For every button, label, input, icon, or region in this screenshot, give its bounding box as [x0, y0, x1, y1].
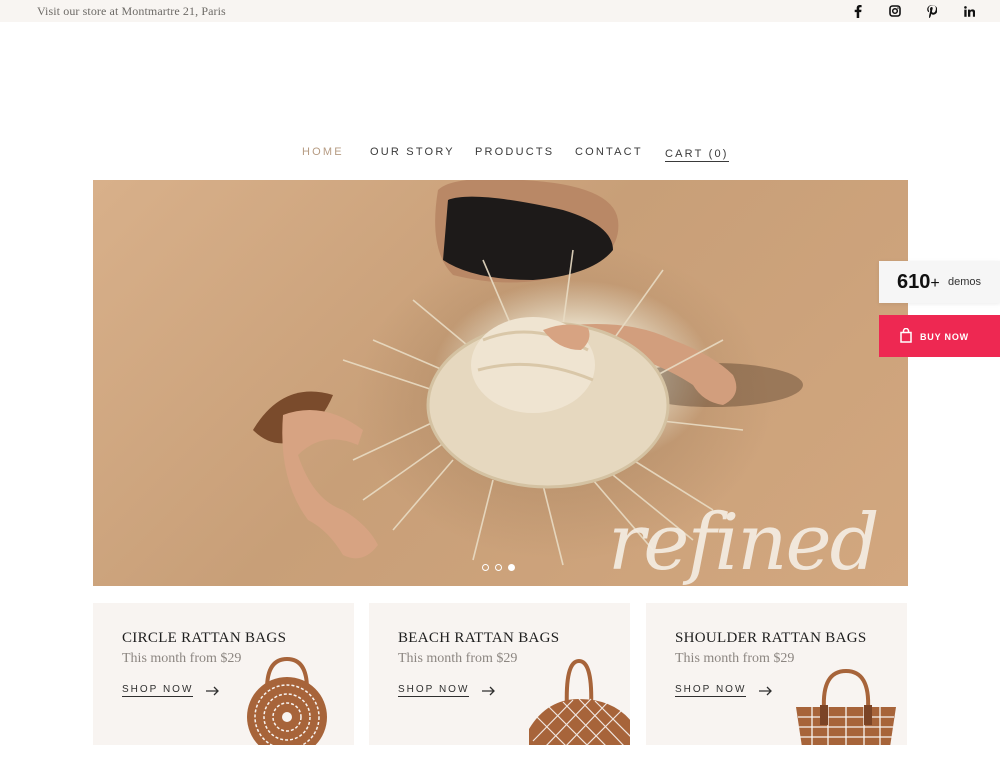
shop-now-link[interactable]: SHOP NOW	[398, 684, 470, 697]
nav-cart[interactable]: CART (0)	[665, 148, 729, 162]
store-address: Visit our store at Montmartre 21, Paris	[37, 4, 226, 18]
slider-dot-2[interactable]	[495, 564, 502, 571]
demos-count: 610+	[897, 271, 940, 293]
pinterest-icon[interactable]	[924, 3, 940, 19]
hero-script-text: refined	[608, 498, 880, 586]
nav-our-story[interactable]: OUR STORY	[370, 146, 455, 158]
card-title: SHOULDER RATTAN BAGS	[675, 630, 867, 646]
card-title: CIRCLE RATTAN BAGS	[122, 630, 287, 646]
demos-label: demos	[948, 276, 982, 288]
shopping-bag-icon	[900, 327, 912, 348]
buy-now-button[interactable]: BUY NOW	[879, 315, 1000, 357]
card-subtitle: This month from $29	[675, 651, 795, 666]
top-bar: Visit our store at Montmartre 21, Paris	[0, 0, 1000, 22]
slider-dots	[482, 564, 515, 571]
beach-bag-icon	[529, 659, 630, 745]
card-subtitle: This month from $29	[398, 651, 518, 666]
nav-home[interactable]: HOME	[302, 146, 344, 158]
arrow-right-icon[interactable]	[759, 683, 773, 701]
facebook-icon[interactable]	[850, 3, 866, 19]
linkedin-icon[interactable]	[961, 3, 977, 19]
product-card-circle[interactable]: CIRCLE RATTAN BAGS This month from $29 S…	[93, 603, 354, 745]
instagram-icon[interactable]	[887, 3, 903, 19]
circle-bag-icon	[247, 657, 327, 745]
demos-badge[interactable]: 610+ demos	[879, 261, 1000, 303]
card-subtitle: This month from $29	[122, 651, 242, 666]
slider-dot-1[interactable]	[482, 564, 489, 571]
arrow-right-icon[interactable]	[206, 683, 220, 701]
nav-products[interactable]: PRODUCTS	[475, 146, 554, 158]
shoulder-bag-icon	[796, 668, 896, 745]
hero-slider[interactable]: refined	[93, 180, 908, 586]
product-card-beach[interactable]: BEACH RATTAN BAGS This month from $29 SH…	[369, 603, 630, 745]
shop-now-link[interactable]: SHOP NOW	[675, 684, 747, 697]
nav-contact[interactable]: CONTACT	[575, 146, 643, 158]
main-nav: HOME OUR STORY PRODUCTS CONTACT CART (0)	[0, 146, 1000, 166]
buy-now-label: BUY NOW	[920, 332, 969, 342]
card-title: BEACH RATTAN BAGS	[398, 630, 560, 646]
product-card-shoulder[interactable]: SHOULDER RATTAN BAGS This month from $29…	[646, 603, 907, 745]
shop-now-link[interactable]: SHOP NOW	[122, 684, 194, 697]
slider-dot-3[interactable]	[508, 564, 515, 571]
arrow-right-icon[interactable]	[482, 683, 496, 701]
